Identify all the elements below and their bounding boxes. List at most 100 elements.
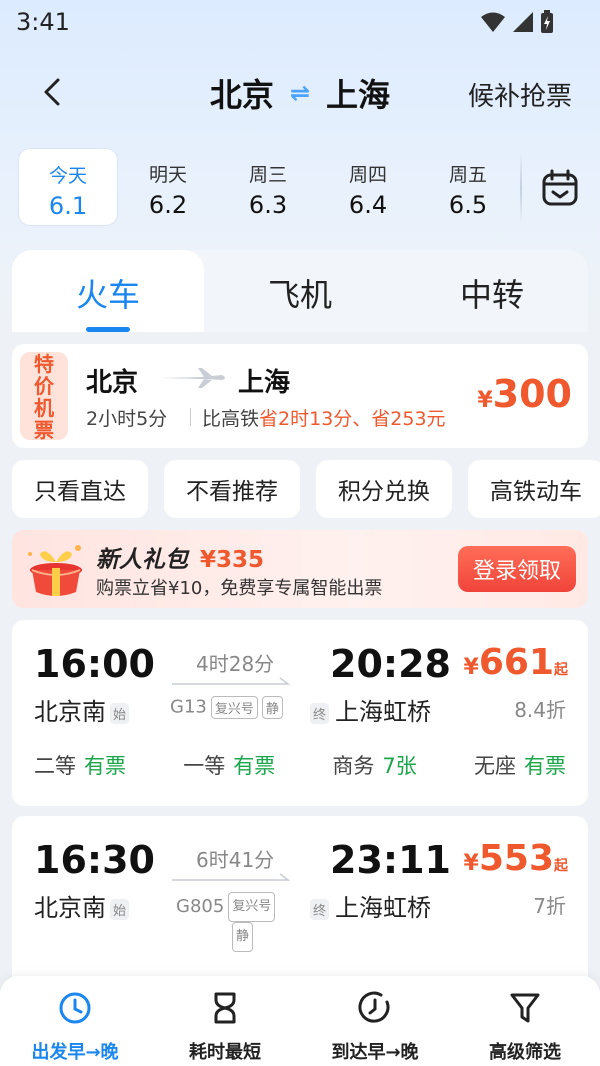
clock-arrive-icon: [358, 991, 390, 1023]
seat-availability: 二等 有票 一等 有票 商务 7张 无座 有票: [34, 750, 566, 780]
chip-direct-only[interactable]: 只看直达: [12, 460, 148, 518]
date-divider: [520, 152, 522, 224]
status-time: 3:41: [16, 8, 70, 36]
date-day: 6.4: [348, 191, 388, 219]
sort-arrive-early[interactable]: 到达早→晚: [300, 976, 450, 1066]
train-price: ¥553起: [464, 838, 568, 879]
discount: 7折: [533, 894, 566, 918]
sort-label: 到达早→晚: [331, 1042, 419, 1063]
tab-transfer[interactable]: 中转: [396, 250, 588, 332]
date-item-today[interactable]: 今天 6.1: [18, 148, 119, 226]
arrive-time: 20:28: [330, 642, 451, 686]
discount: 8.4折: [514, 698, 566, 722]
price-suffix: 起: [554, 858, 568, 874]
train-number: G805: [176, 896, 225, 917]
fuxing-tag: 复兴号: [228, 892, 276, 922]
seat-status: 有票: [84, 754, 126, 778]
advanced-filter[interactable]: 高级筛选: [450, 976, 600, 1066]
seat-name: 无座: [473, 754, 516, 778]
date-item-thu[interactable]: 周四 6.4: [318, 148, 418, 226]
new-user-promo[interactable]: 新人礼包 ¥335 购票立省¥10，免费享专属智能出票 登录领取: [12, 530, 588, 608]
date-day: 6.1: [48, 192, 88, 220]
sort-bar: 出发早→晚 耗时最短 到达早→晚 高级筛选: [0, 976, 600, 1066]
fuxing-tag: 复兴号: [210, 696, 258, 719]
calendar-icon[interactable]: [540, 168, 580, 208]
tab-label: 飞机: [267, 276, 332, 314]
battery-icon: [541, 10, 553, 33]
chip-hide-recommended[interactable]: 不看推荐: [164, 460, 300, 518]
arrive-station: 终上海虹桥: [310, 888, 431, 923]
flight-badge: 特价机票: [20, 352, 68, 441]
filter-icon: [510, 993, 540, 1023]
date-strip: 今天 6.1 明天 6.2 周三 6.3 周四 6.4 周五 6.5: [18, 148, 518, 228]
arrive-station-name: 上海虹桥: [335, 894, 432, 922]
train-number: G13: [170, 696, 207, 718]
seat-name: 二等: [34, 754, 76, 778]
status-icons: [480, 10, 554, 34]
sort-shortest[interactable]: 耗时最短: [150, 976, 300, 1066]
flight-price: ¥300: [477, 372, 572, 416]
depart-station-name: 北京南: [34, 894, 106, 922]
depart-station-name: 北京南: [34, 698, 106, 726]
promo-title: 新人礼包 ¥335: [96, 540, 264, 574]
sort-depart-early[interactable]: 出发早→晚: [0, 976, 150, 1066]
promo-amount: ¥335: [200, 547, 265, 573]
login-claim-button[interactable]: 登录领取: [458, 546, 576, 592]
filter-chips: 只看直达 不看推荐 积分兑换 高铁动车: [12, 460, 600, 520]
seat-status: 7张: [382, 754, 417, 778]
price-value: 553: [478, 838, 554, 879]
arrive-station: 终上海虹桥: [310, 692, 431, 727]
chip-points-redeem[interactable]: 积分兑换: [316, 460, 452, 518]
origin-tag: 始: [110, 702, 130, 724]
route-arrow-icon: [172, 873, 291, 881]
arrive-station-name: 上海虹桥: [335, 698, 432, 726]
sort-label: 出发早→晚: [31, 1042, 119, 1063]
mode-tabs: 火车 飞机 中转: [12, 250, 588, 332]
date-weekday: 周四: [349, 164, 388, 186]
tab-label: 火车: [75, 276, 140, 314]
seat-name: 商务: [332, 754, 375, 778]
chip-high-speed[interactable]: 高铁动车: [468, 460, 600, 518]
train-card-g13[interactable]: 16:00 北京南始 4时28分 G13 复兴号静 20:28 终上海虹桥 ¥66…: [12, 620, 588, 806]
date-item-tomorrow[interactable]: 明天 6.2: [118, 148, 218, 226]
compare-prefix: 比高铁: [202, 408, 260, 430]
date-weekday: 周五: [449, 164, 488, 186]
flight-compare: 比高铁省2时13分、省253元: [202, 404, 446, 431]
terminal-tag: 终: [310, 702, 330, 724]
quiet-tag: 静: [232, 922, 254, 952]
compare-highlight: 省2时13分、省253元: [259, 408, 446, 430]
travel-duration: 4时28分: [196, 652, 275, 676]
waitlist-button[interactable]: 候补抢票: [468, 76, 572, 113]
arrive-time: 23:11: [330, 838, 451, 882]
route-to: 上海: [326, 76, 391, 114]
currency: ¥: [463, 655, 479, 680]
date-day: 6.3: [248, 191, 288, 219]
date-item-wed[interactable]: 周三 6.3: [218, 148, 318, 226]
price-value: 661: [478, 642, 554, 683]
depart-time: 16:30: [34, 838, 155, 882]
tab-flight[interactable]: 飞机: [204, 250, 396, 332]
origin-tag: 始: [110, 898, 130, 920]
date-weekday: 今天: [49, 165, 88, 187]
date-weekday: 周三: [249, 164, 288, 186]
swap-icon[interactable]: ⇌: [290, 79, 310, 107]
date-item-fri[interactable]: 周五 6.5: [418, 148, 518, 226]
train-code: G805 复兴号静: [176, 892, 306, 952]
train-price: ¥661起: [464, 642, 568, 683]
terminal-tag: 终: [310, 898, 330, 920]
wifi-icon: [481, 12, 505, 32]
sort-label: 耗时最短: [189, 1042, 261, 1063]
currency: ¥: [477, 388, 493, 413]
signal-icon: [513, 12, 533, 32]
discount-flight-card[interactable]: 特价机票 北京 上海 2小时5分 比高铁省2时13分、省253元 ¥300: [12, 344, 588, 448]
seat-business: 商务 7张: [332, 750, 416, 780]
gift-box-icon: [28, 545, 82, 596]
route-from: 北京: [209, 76, 274, 114]
date-day: 6.2: [148, 191, 188, 219]
seat-status: 有票: [523, 754, 566, 778]
date-day: 6.5: [448, 191, 488, 219]
tab-train[interactable]: 火车: [12, 250, 204, 332]
seat-standing: 无座 有票: [474, 750, 566, 780]
flight-to: 上海: [238, 368, 291, 398]
price-suffix: 起: [554, 662, 568, 678]
